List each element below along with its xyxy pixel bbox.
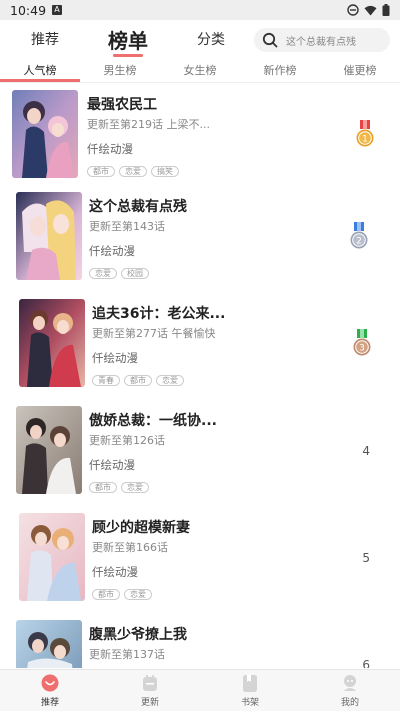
list-item[interactable]: 最强农民工 更新至第219话 上梁不... 仟绘动漫 都市 恋爱 搞笑 1: [0, 88, 400, 195]
tag: 青春: [92, 375, 120, 386]
status-bar: 10:49 A: [0, 0, 400, 20]
search-placeholder: 这个总裁有点残: [286, 36, 356, 48]
comic-update: 更新至第277话 午餐愉快: [92, 327, 216, 340]
search-input[interactable]: 这个总裁有点残: [254, 28, 390, 52]
sub-tab-urge[interactable]: 催更榜: [320, 58, 400, 82]
comic-author: 仟绘动漫: [87, 142, 133, 156]
comic-update: 更新至第137话: [89, 648, 165, 661]
list-item[interactable]: 顾少的超模新妻 更新至第166话 仟绘动漫 都市 恋爱 5: [0, 511, 400, 618]
bottom-tab-update[interactable]: 更新: [120, 670, 180, 711]
battery-icon: [382, 4, 390, 16]
bottom-tab-label: 书架: [240, 697, 259, 708]
tag: 都市: [87, 166, 115, 177]
bottom-tab-label: 推荐: [40, 698, 59, 708]
comic-tags: 都市 恋爱: [89, 482, 149, 493]
comic-author: 仟绘动漫: [89, 458, 135, 472]
gold-medal-icon: 1: [356, 120, 374, 147]
tag: 恋爱: [89, 268, 117, 279]
update-icon: [143, 674, 157, 691]
sub-tab-new[interactable]: 新作榜: [240, 58, 320, 82]
sub-tab-indicator: [0, 79, 80, 82]
tag: 都市: [92, 589, 120, 600]
notification-icon: A: [52, 5, 63, 15]
comic-tags: 恋爱 校园: [89, 268, 149, 279]
tag: 都市: [124, 375, 152, 386]
bottom-tab-label: 我的: [340, 698, 359, 708]
comic-author: 仟绘动漫: [89, 244, 135, 258]
bottom-tab-label: 更新: [140, 697, 159, 708]
tag: 恋爱: [121, 482, 149, 493]
comic-cover[interactable]: [19, 513, 85, 601]
comic-cover[interactable]: [16, 406, 82, 494]
medal-rank: 1: [362, 135, 368, 145]
do-not-disturb-icon: [347, 4, 359, 16]
comic-update: 更新至第166话: [92, 541, 168, 554]
bottom-tab-profile[interactable]: 我的: [320, 670, 380, 711]
tag: 恋爱: [156, 375, 184, 386]
status-time: 10:49: [10, 2, 47, 18]
bottom-tab-recommend[interactable]: 推荐: [20, 670, 80, 711]
comic-update: 更新至第126话: [89, 434, 165, 447]
top-nav: 推荐 榜单 分类 这个总裁有点残: [0, 20, 400, 58]
comic-title[interactable]: 追夫36计：老公来...: [92, 303, 225, 323]
tag: 搞笑: [151, 166, 179, 177]
recommend-icon: [41, 674, 59, 692]
comic-author: 仟绘动漫: [92, 565, 138, 579]
bronze-medal-icon: 3: [353, 329, 371, 356]
comic-tags: 青春 都市 恋爱: [92, 375, 184, 386]
tab-category[interactable]: 分类: [192, 20, 230, 58]
comic-tags: 都市 恋爱 搞笑: [87, 166, 179, 177]
rank-number: 5: [362, 551, 370, 565]
comic-cover[interactable]: [12, 90, 78, 178]
rank-number: 4: [362, 444, 370, 458]
tab-recommend[interactable]: 推荐: [26, 20, 64, 58]
ranking-list[interactable]: 最强农民工 更新至第219话 上梁不... 仟绘动漫 都市 恋爱 搞笑 1 这个…: [0, 84, 400, 668]
comic-cover[interactable]: [16, 620, 82, 668]
comic-title[interactable]: 顾少的超模新妻: [92, 517, 190, 537]
comic-title[interactable]: 腹黑少爷撩上我: [89, 624, 187, 644]
list-item[interactable]: 腹黑少爷撩上我 更新至第137话 6: [0, 618, 400, 668]
search-icon: [262, 32, 278, 48]
comic-title[interactable]: 这个总裁有点残: [89, 196, 187, 216]
comic-cover[interactable]: [19, 299, 85, 387]
medal-rank: 2: [356, 237, 362, 247]
comic-update: 更新至第219话 上梁不...: [87, 118, 210, 131]
tag: 校园: [121, 268, 149, 279]
rank-number: 6: [362, 658, 370, 668]
comic-update: 更新至第143话: [89, 220, 165, 233]
silver-medal-icon: 2: [350, 222, 368, 249]
tab-ranking[interactable]: 榜单: [104, 20, 152, 58]
bottom-nav: 推荐 更新 书架 我的: [0, 669, 400, 711]
comic-cover[interactable]: [16, 192, 82, 280]
tag: 都市: [89, 482, 117, 493]
profile-icon: [344, 675, 356, 691]
wifi-icon: [364, 5, 377, 15]
comic-title[interactable]: 最强农民工: [87, 94, 157, 114]
tag: 恋爱: [119, 166, 147, 177]
ranking-sub-tabs: 人气榜 男生榜 女生榜 新作榜 催更榜: [0, 58, 400, 83]
comic-title[interactable]: 傲娇总裁：一纸协...: [89, 410, 217, 430]
list-item[interactable]: 傲娇总裁：一纸协... 更新至第126话 仟绘动漫 都市 恋爱 4: [0, 404, 400, 511]
comic-tags: 都市 恋爱: [92, 589, 152, 600]
sub-tab-male[interactable]: 男生榜: [80, 58, 160, 82]
bottom-tab-bookshelf[interactable]: 书架: [220, 670, 280, 711]
list-item[interactable]: 追夫36计：老公来... 更新至第277话 午餐愉快 仟绘动漫 青春 都市 恋爱…: [0, 297, 400, 404]
list-item[interactable]: 这个总裁有点残 更新至第143话 仟绘动漫 恋爱 校园 2: [0, 190, 400, 297]
medal-rank: 3: [359, 344, 365, 354]
bookshelf-icon: [243, 674, 257, 692]
tag: 恋爱: [124, 589, 152, 600]
sub-tab-female[interactable]: 女生榜: [160, 58, 240, 82]
comic-author: 仟绘动漫: [92, 351, 138, 365]
